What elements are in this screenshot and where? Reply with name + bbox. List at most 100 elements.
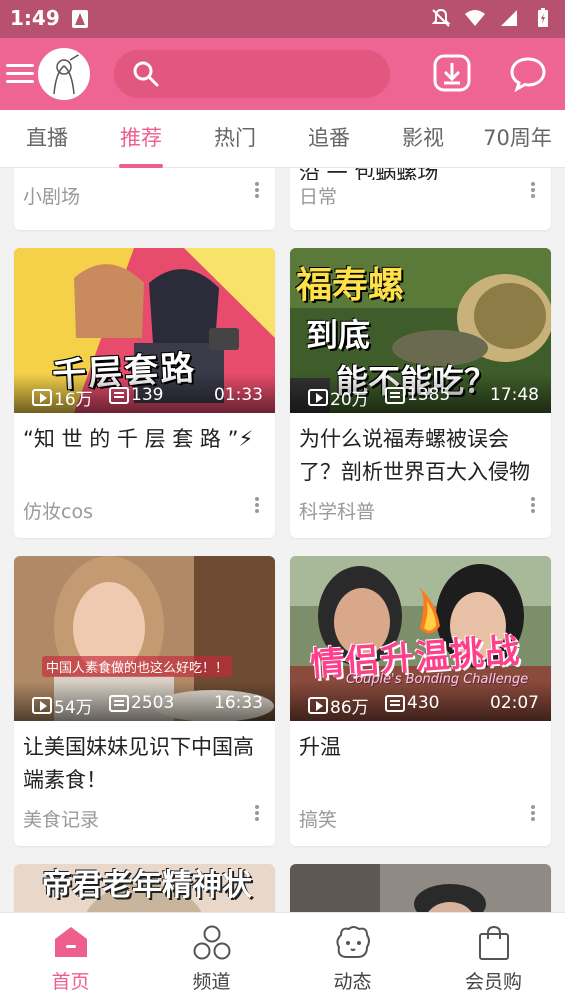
- thumbnail-caption-1: 福寿螺: [296, 265, 405, 306]
- more-icon[interactable]: [531, 182, 535, 198]
- nav-channels[interactable]: 频道: [141, 913, 282, 1004]
- video-duration: 02:07: [490, 693, 539, 713]
- play-count-icon: [308, 389, 328, 406]
- video-card[interactable]: 小剧场: [14, 168, 275, 230]
- card-category: 仿妆cos: [23, 501, 93, 523]
- channel-tabs: 直播 推荐 热门 追番 影视 70周年: [0, 110, 565, 168]
- danmaku-icon: [109, 694, 129, 712]
- more-icon[interactable]: [531, 805, 535, 821]
- video-thumbnail[interactable]: 千层套路 16万 139 01:33: [14, 248, 275, 413]
- nav-dynamics[interactable]: 动态: [282, 913, 423, 1004]
- tab-live[interactable]: 直播: [0, 110, 94, 168]
- avatar[interactable]: [38, 48, 90, 100]
- card-category: 美食记录: [23, 809, 100, 831]
- video-card[interactable]: 帝君老年精神状态: [14, 864, 275, 912]
- view-count: 86万: [330, 698, 369, 718]
- video-duration: 17:48: [490, 385, 539, 405]
- card-title-fragment: 沿 一 包蜗螺场: [299, 168, 439, 180]
- notification-icon: [72, 10, 88, 28]
- card-meta: 科学科普: [290, 495, 551, 535]
- avatar-illustration: [40, 50, 88, 98]
- tab-anime[interactable]: 追番: [282, 110, 376, 168]
- more-icon[interactable]: [255, 497, 259, 513]
- video-stats: 16万 139 01:33: [14, 385, 275, 410]
- dynamics-icon: [335, 926, 370, 958]
- top-bar: [0, 38, 565, 110]
- tab-70th-anniversary[interactable]: 70周年: [470, 110, 565, 168]
- danmaku-count: 139: [131, 385, 164, 405]
- card-meta: 美食记录: [14, 803, 275, 843]
- card-category: 科学科普: [299, 501, 376, 523]
- thumbnail-caption-2: 到底: [306, 316, 371, 354]
- search-input[interactable]: [170, 58, 370, 90]
- more-icon[interactable]: [255, 182, 259, 198]
- play-count-icon: [32, 697, 52, 714]
- nav-home-label: 首页: [51, 971, 90, 993]
- bottom-navigation: 首页 频道 动态 会员购: [0, 912, 565, 1004]
- video-title[interactable]: 让美国妹妹见识下中国高端素食！: [14, 721, 275, 803]
- card-meta: 小剧场: [14, 180, 275, 220]
- video-stats: 86万 430 02:07: [290, 693, 551, 718]
- card-meta: 仿妆cos: [14, 495, 275, 535]
- play-count-icon: [32, 389, 52, 406]
- video-card[interactable]: 福寿螺 到底 能不能吃？ 20万 1385 17:48 为什么说福寿螺被误会了？…: [290, 248, 551, 538]
- video-stats: 20万 1385 17:48: [290, 385, 551, 410]
- video-thumbnail[interactable]: [290, 864, 551, 912]
- status-bar: 1:49: [0, 0, 565, 38]
- view-count: 20万: [330, 390, 369, 410]
- card-category: 小剧场: [23, 186, 81, 208]
- danmaku-icon: [109, 386, 129, 404]
- video-card[interactable]: 情侣升温挑战 Couple's Bonding Challenge 86万 43…: [290, 556, 551, 846]
- nav-member-shop-label: 会员购: [464, 971, 522, 993]
- home-icon: [54, 927, 87, 957]
- video-thumbnail[interactable]: 中国人素食做的也这么好吃！！ 54万 2503 16:33: [14, 556, 275, 721]
- video-stats: 54万 2503 16:33: [14, 693, 275, 718]
- video-thumbnail[interactable]: 福寿螺 到底 能不能吃？ 20万 1385 17:48: [290, 248, 551, 413]
- nav-dynamics-label: 动态: [333, 971, 372, 993]
- video-card[interactable]: 千层套路 16万 139 01:33 “知 世 的 千 层 套 路 ”⚡ 仿妆c…: [14, 248, 275, 538]
- more-icon[interactable]: [255, 805, 259, 821]
- thumbnail-caption: 帝君老年精神状态: [42, 868, 252, 903]
- view-count: 16万: [54, 390, 93, 410]
- video-title[interactable]: “知 世 的 千 层 套 路 ”⚡: [14, 413, 275, 495]
- mute-icon: [431, 8, 451, 27]
- card-category: 日常: [299, 186, 338, 208]
- thumbnail-image: [290, 864, 551, 912]
- search-icon: [133, 61, 159, 87]
- tab-hot[interactable]: 热门: [188, 110, 282, 168]
- video-card[interactable]: 中国人素食做的也这么好吃！！ 54万 2503 16:33 让美国妹妹见识下中国…: [14, 556, 275, 846]
- video-title[interactable]: 为什么说福寿螺被误会了？剖析世界百大入侵物: [290, 413, 551, 495]
- video-duration: 01:33: [214, 385, 263, 405]
- danmaku-icon: [385, 386, 405, 404]
- channels-icon: [193, 925, 230, 960]
- wifi-icon: [465, 10, 485, 26]
- video-card[interactable]: [290, 864, 551, 912]
- signal-icon: [501, 10, 517, 26]
- tab-movies[interactable]: 影视: [376, 110, 470, 168]
- video-thumbnail[interactable]: 情侣升温挑战 Couple's Bonding Challenge 86万 43…: [290, 556, 551, 721]
- danmaku-count: 2503: [131, 693, 175, 713]
- menu-icon[interactable]: [6, 64, 34, 84]
- nav-home[interactable]: 首页: [0, 913, 141, 1004]
- nav-channels-label: 频道: [192, 971, 231, 993]
- danmaku-icon: [385, 694, 405, 712]
- view-count: 54万: [54, 698, 93, 718]
- shopping-bag-icon: [478, 925, 509, 960]
- video-feed: 小剧场 沿 一 包蜗螺场 日常 千层套路 16万 139 01:33 “知 世 …: [0, 168, 565, 912]
- video-card[interactable]: 沿 一 包蜗螺场 日常: [290, 168, 551, 230]
- video-title[interactable]: 升温: [290, 721, 551, 803]
- tab-recommended[interactable]: 推荐: [94, 110, 188, 168]
- danmaku-count: 1385: [407, 385, 451, 405]
- more-icon[interactable]: [531, 497, 535, 513]
- nav-member-shop[interactable]: 会员购: [423, 913, 564, 1004]
- video-thumbnail[interactable]: 帝君老年精神状态: [14, 864, 275, 912]
- message-icon[interactable]: [509, 56, 547, 92]
- search-bar[interactable]: [114, 50, 390, 98]
- thumbnail-caption: 中国人素食做的也这么好吃！！: [42, 656, 233, 677]
- danmaku-count: 430: [407, 693, 440, 713]
- battery-icon: [538, 8, 548, 27]
- video-duration: 16:33: [214, 693, 263, 713]
- download-icon[interactable]: [433, 54, 471, 92]
- card-meta: 搞笑: [290, 803, 551, 843]
- card-meta: 日常: [290, 180, 551, 220]
